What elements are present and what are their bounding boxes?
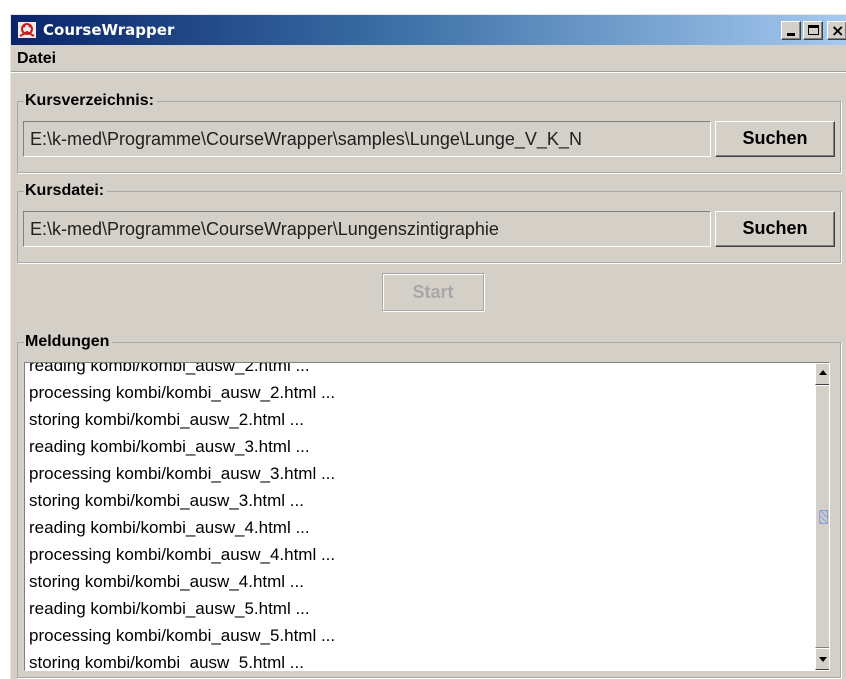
vertical-scrollbar[interactable] <box>815 363 829 670</box>
log-line: reading kombi/kombi_ausw_4.html ... <box>29 518 310 537</box>
messages-label: Meldungen <box>24 333 113 351</box>
log-line: processing kombi/kombi_ausw_5.html ... <box>29 626 336 645</box>
app-window: CourseWrapper × Datei Kursverzeichnis: E… <box>10 14 846 679</box>
log-line: storing kombi/kombi_ausw_4.html ... <box>29 572 304 591</box>
course-file-search-button[interactable]: Suchen <box>715 211 835 247</box>
minimize-icon <box>787 33 795 36</box>
log-line: storing kombi/kombi_ausw_3.html ... <box>29 491 304 510</box>
log-line: processing kombi/kombi_ausw_3.html ... <box>29 464 336 483</box>
scroll-down-button[interactable] <box>815 648 829 670</box>
course-directory-field[interactable]: E:\k-med\Programme\CourseWrapper\samples… <box>23 121 711 157</box>
maximize-icon <box>808 25 819 35</box>
log-lines: reading kombi/kombi_ausw_2.html ... proc… <box>29 362 809 671</box>
course-file-label: Kursdatei: <box>24 182 108 200</box>
course-directory-label: Kursverzeichnis: <box>24 92 157 110</box>
window-title: CourseWrapper <box>43 21 175 39</box>
close-icon: × <box>831 21 845 40</box>
messages-log[interactable]: reading kombi/kombi_ausw_2.html ... proc… <box>24 362 830 671</box>
log-line: storing kombi/kombi_ausw_5.html ... <box>29 653 304 671</box>
course-file-field[interactable]: E:\k-med\Programme\CourseWrapper\Lungens… <box>23 211 711 247</box>
menu-bar: Datei <box>11 45 846 71</box>
arrow-down-icon <box>819 657 827 662</box>
course-directory-search-button[interactable]: Suchen <box>715 121 835 157</box>
title-bar[interactable]: CourseWrapper × <box>11 15 846 45</box>
start-button[interactable]: Start <box>382 273 484 311</box>
log-line: storing kombi/kombi_ausw_2.html ... <box>29 410 304 429</box>
course-directory-group: Kursverzeichnis: E:\k-med\Programme\Cour… <box>17 92 841 173</box>
log-line: processing kombi/kombi_ausw_2.html ... <box>29 383 336 402</box>
course-file-group: Kursdatei: E:\k-med\Programme\CourseWrap… <box>17 182 841 263</box>
scrollbar-thumb[interactable] <box>815 385 829 648</box>
scroll-up-button[interactable] <box>815 363 829 385</box>
grip-icon <box>819 510 828 524</box>
close-button[interactable]: × <box>827 21 846 40</box>
minimize-button[interactable] <box>781 21 801 40</box>
maximize-button[interactable] <box>803 21 823 40</box>
log-line: reading kombi/kombi_ausw_5.html ... <box>29 599 310 618</box>
log-line: reading kombi/kombi_ausw_3.html ... <box>29 437 310 456</box>
arrow-up-icon <box>819 370 827 375</box>
app-icon <box>18 22 36 38</box>
log-line: processing kombi/kombi_ausw_4.html ... <box>29 545 336 564</box>
log-line: reading kombi/kombi_ausw_2.html ... <box>29 362 310 375</box>
menu-datei[interactable]: Datei <box>17 50 56 68</box>
